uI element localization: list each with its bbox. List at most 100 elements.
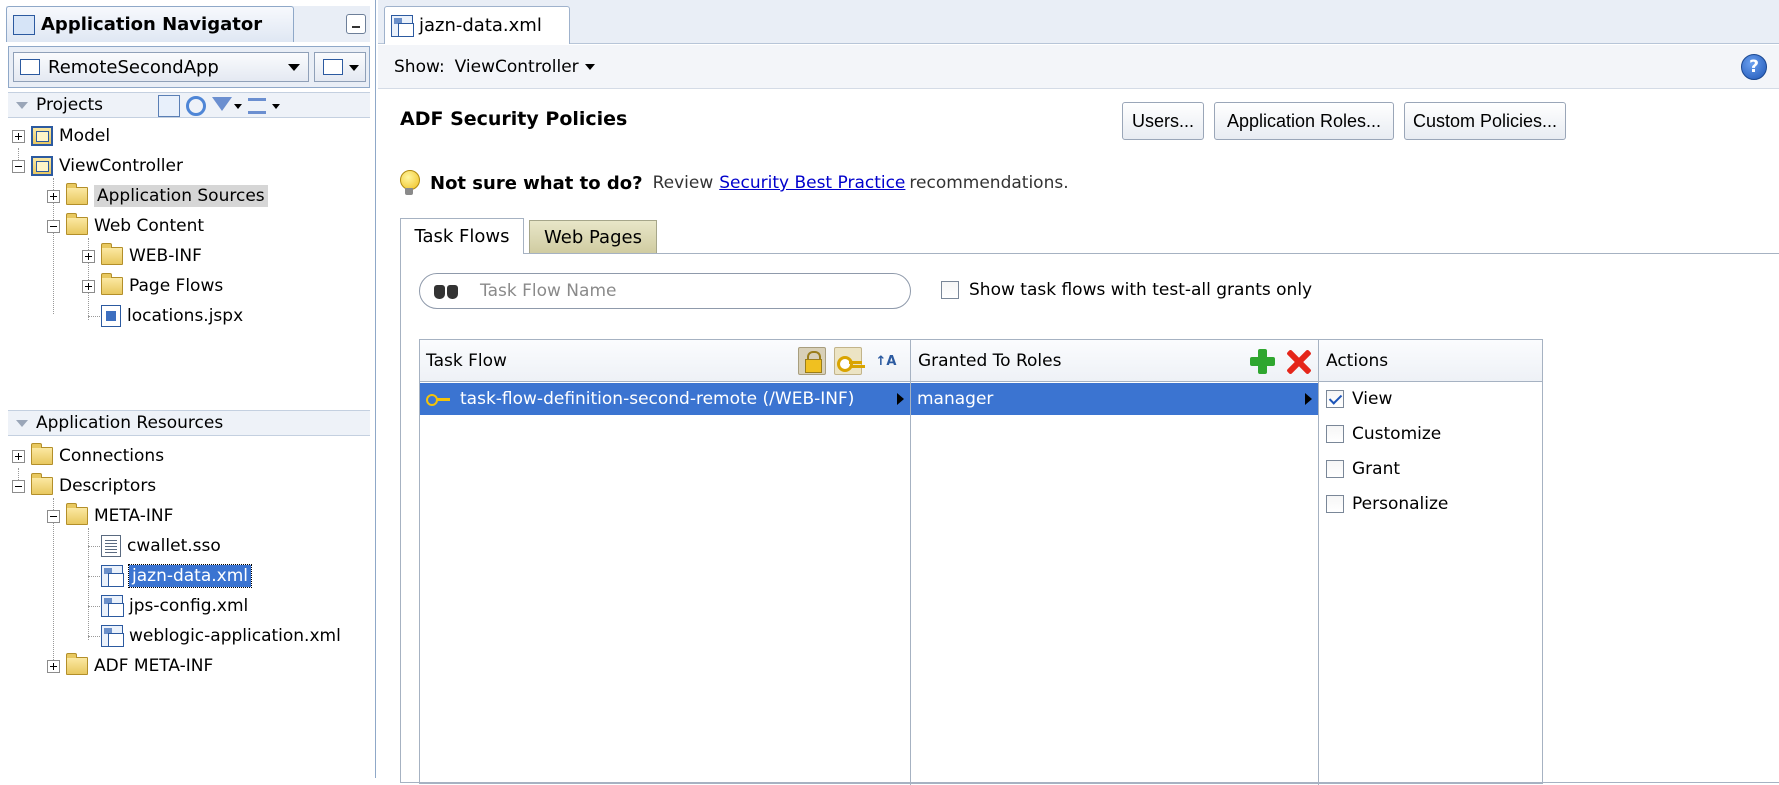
- personalize-checkbox[interactable]: [1326, 495, 1344, 513]
- action-label: View: [1352, 389, 1393, 409]
- lock-icon[interactable]: [798, 347, 826, 375]
- tree-item-adf-meta-inf[interactable]: ADF META-INF: [47, 652, 213, 680]
- test-all-checkbox[interactable]: [941, 281, 959, 299]
- tab-web-pages[interactable]: Web Pages: [529, 220, 657, 254]
- expand-icon[interactable]: [47, 189, 60, 203]
- tab-task-flows[interactable]: Task Flows: [400, 218, 524, 254]
- tree-item-descriptors[interactable]: Descriptors: [12, 472, 156, 500]
- column-header-actions: Actions: [1326, 351, 1389, 371]
- application-resources-header[interactable]: Application Resources: [8, 410, 370, 436]
- view-checkbox[interactable]: [1326, 390, 1344, 408]
- application-name: RemoteSecondApp: [48, 56, 219, 78]
- tree-item-weblogic-application-xml[interactable]: weblogic-application.xml: [88, 622, 341, 650]
- task-flows-panel: Task Flow Name Show task flows with test…: [400, 253, 1779, 785]
- tree-item-label: Page Flows: [129, 276, 224, 296]
- expand-icon[interactable]: [82, 279, 95, 293]
- editor-tab-jazn-data[interactable]: jazn-data.xml: [384, 6, 570, 44]
- help-symbol: ?: [1749, 57, 1759, 77]
- project-icon: [31, 126, 53, 146]
- key-icon[interactable]: [834, 347, 862, 375]
- action-personalize[interactable]: Personalize: [1326, 494, 1448, 514]
- folder-icon: [66, 653, 88, 675]
- custom-policies-button[interactable]: Custom Policies...: [1404, 102, 1566, 140]
- delete-role-icon[interactable]: [1284, 347, 1312, 375]
- refresh-icon[interactable]: [186, 96, 206, 116]
- tree-item-meta-inf[interactable]: META-INF: [47, 502, 173, 530]
- minimize-button[interactable]: [346, 14, 366, 34]
- projects-section-header[interactable]: Projects: [8, 92, 370, 118]
- role-name: manager: [917, 389, 994, 409]
- tree-item-cwallet-sso[interactable]: cwallet.sso: [88, 532, 221, 560]
- dropdown-arrow-icon: [349, 65, 359, 71]
- application-roles-button[interactable]: Application Roles...: [1214, 102, 1394, 140]
- filter-icon[interactable]: [212, 95, 242, 117]
- tree-item-label: weblogic-application.xml: [129, 626, 341, 646]
- show-project-dropdown[interactable]: ViewController: [455, 57, 595, 77]
- section-title: ADF Security Policies: [400, 108, 628, 130]
- tree-item-web-content[interactable]: Web Content: [47, 212, 204, 240]
- tree-item-web-inf[interactable]: WEB-INF: [82, 242, 202, 270]
- dropdown-arrow-icon: [584, 63, 595, 70]
- lightbulb-icon: [400, 170, 420, 196]
- tree-item-jps-config-xml[interactable]: jps-config.xml: [88, 592, 249, 620]
- editor-panel: jazn-data.xml Show: ViewController ? ADF…: [378, 0, 1779, 785]
- expand-icon[interactable]: [47, 659, 60, 673]
- grant-checkbox[interactable]: [1326, 460, 1344, 478]
- xml-file-icon: [101, 595, 124, 617]
- application-navigator-panel: Application Navigator RemoteSecondApp Pr…: [0, 0, 376, 778]
- application-menu-icon: [323, 59, 343, 75]
- collapse-icon[interactable]: [47, 509, 60, 523]
- role-row[interactable]: manager: [911, 383, 1318, 415]
- application-menu-button[interactable]: [314, 52, 366, 82]
- action-label: Customize: [1352, 424, 1442, 444]
- tree-item-application-sources[interactable]: Application Sources: [47, 182, 268, 210]
- collapse-icon[interactable]: [12, 159, 25, 173]
- action-customize[interactable]: Customize: [1326, 424, 1441, 444]
- users-button[interactable]: Users...: [1122, 102, 1204, 140]
- folder-icon: [66, 183, 88, 205]
- dropdown-arrow-icon: [288, 64, 300, 71]
- show-bar: Show: ViewController ?: [378, 45, 1779, 89]
- folder-icon: [66, 503, 88, 525]
- filter-search-icon[interactable]: [158, 95, 180, 117]
- file-icon: [101, 535, 121, 557]
- tree-item-label: jps-config.xml: [129, 596, 249, 616]
- add-role-icon[interactable]: [1248, 347, 1276, 375]
- editor-tab-label: jazn-data.xml: [419, 15, 542, 36]
- expand-icon[interactable]: [12, 129, 25, 143]
- project-icon: [31, 156, 53, 176]
- tree-item-locations-jspx[interactable]: locations.jspx: [88, 302, 243, 330]
- collapse-icon[interactable]: [12, 479, 25, 493]
- sort-az-icon[interactable]: ↑A: [872, 347, 900, 375]
- collapse-icon[interactable]: [47, 219, 60, 233]
- folder-icon: [101, 243, 123, 265]
- navigator-title-tab[interactable]: Application Navigator: [6, 6, 294, 42]
- expand-icon[interactable]: [12, 449, 25, 463]
- xml-file-icon: [101, 625, 124, 647]
- navigator-title: Application Navigator: [41, 14, 263, 35]
- customize-checkbox[interactable]: [1326, 425, 1344, 443]
- tree-item-jazn-data-xml[interactable]: jazn-data.xml: [88, 562, 253, 590]
- collapse-icon: [16, 101, 28, 109]
- tree-item-viewcontroller[interactable]: ViewController: [12, 152, 183, 180]
- task-flow-row[interactable]: task-flow-definition-second-remote (/WEB…: [420, 383, 910, 415]
- show-project-value: ViewController: [454, 56, 579, 77]
- help-icon[interactable]: ?: [1741, 54, 1767, 80]
- tree-item-connections[interactable]: Connections: [12, 442, 164, 470]
- tree-item-label: Web Content: [94, 216, 205, 236]
- test-all-filter[interactable]: Show task flows with test-all grants onl…: [941, 280, 1312, 300]
- working-sets-icon[interactable]: [248, 95, 282, 117]
- tree-item-label: ADF META-INF: [94, 656, 214, 676]
- task-flow-search-input[interactable]: Task Flow Name: [419, 273, 911, 309]
- action-view[interactable]: View: [1326, 389, 1392, 409]
- folder-icon: [31, 473, 53, 495]
- expand-icon[interactable]: [82, 249, 95, 263]
- security-best-practice-link[interactable]: Security Best Practice: [719, 173, 905, 193]
- tree-item-model[interactable]: Model: [12, 122, 110, 150]
- tree-item-page-flows[interactable]: Page Flows: [82, 272, 223, 300]
- application-dropdown[interactable]: RemoteSecondApp: [13, 52, 309, 82]
- hint-lead: Not sure what to do?: [430, 172, 643, 194]
- folder-icon: [66, 213, 88, 235]
- action-grant[interactable]: Grant: [1326, 459, 1400, 479]
- tree-item-label: Application Sources: [94, 185, 268, 207]
